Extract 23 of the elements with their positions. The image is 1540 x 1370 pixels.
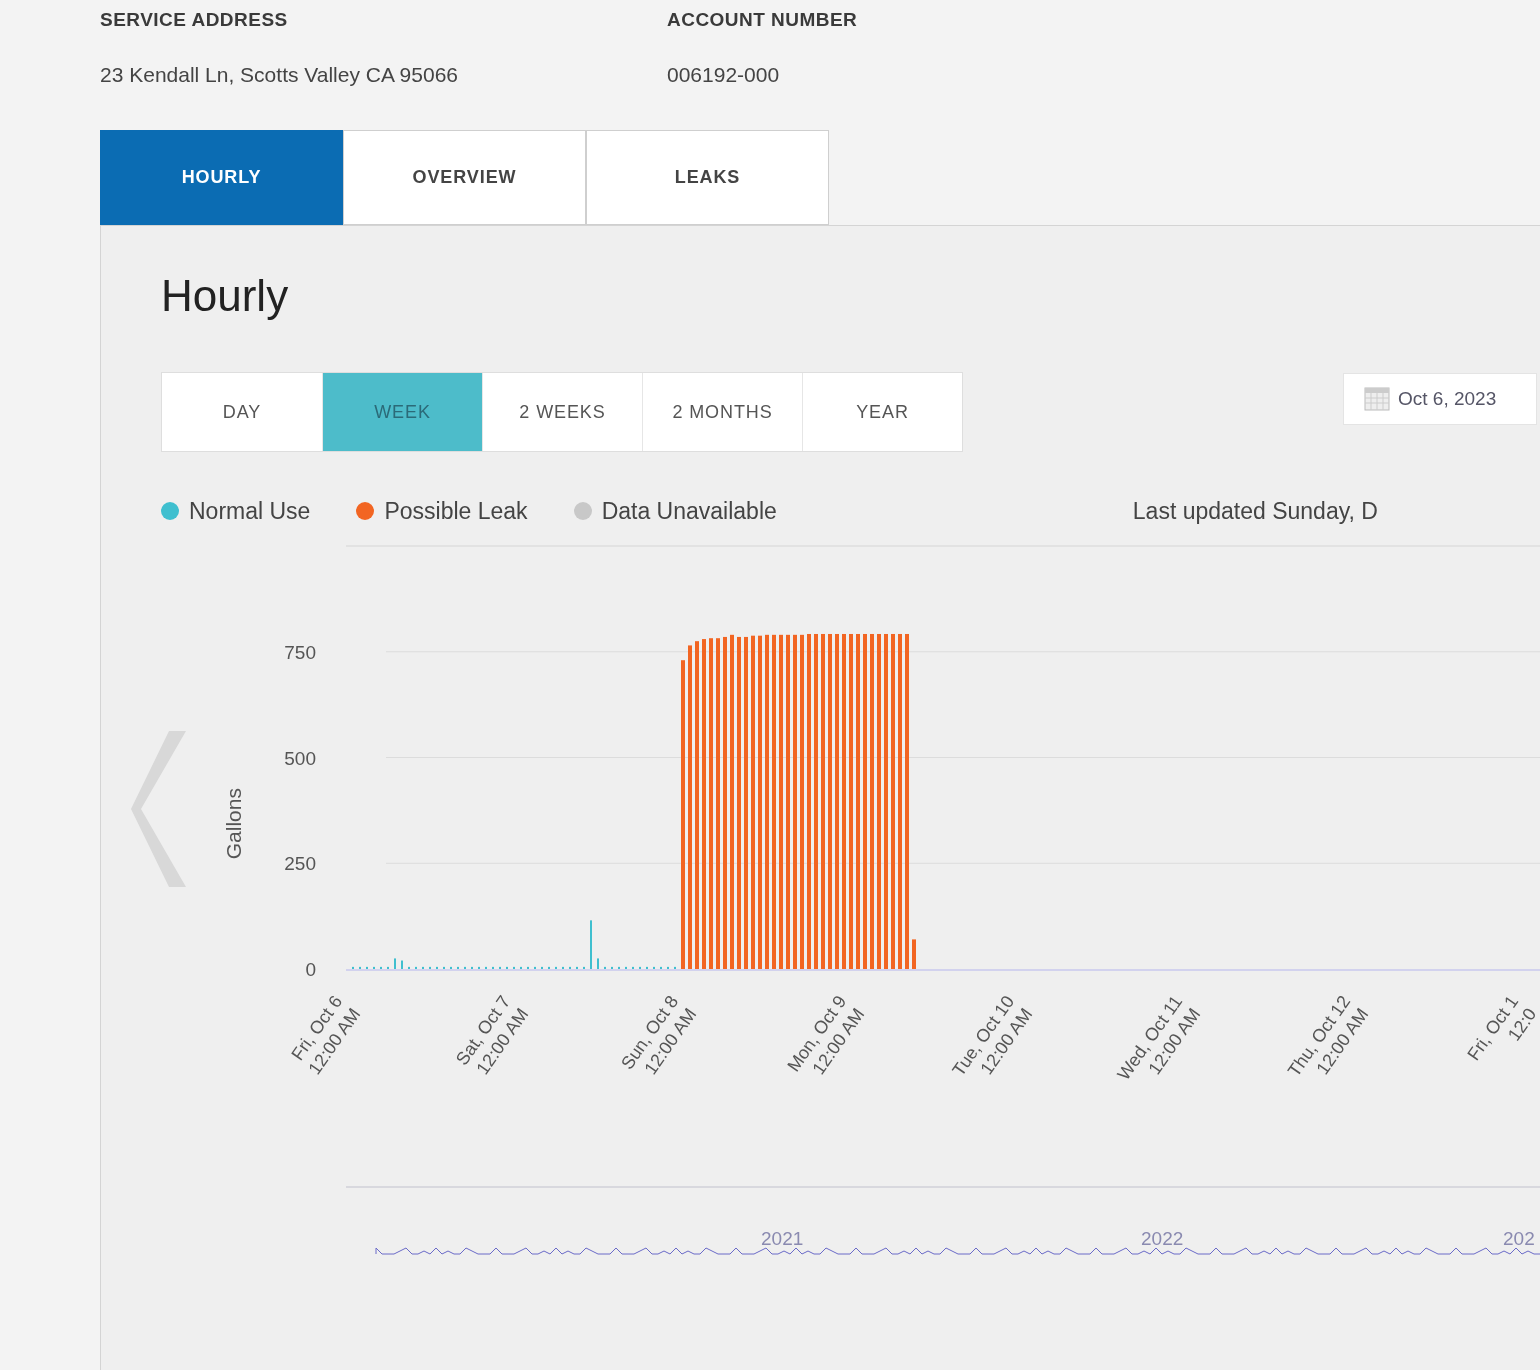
calendar-icon <box>1364 387 1390 411</box>
legend-label: Data Unavailable <box>601 497 777 526</box>
y-tick-label: 750 <box>284 641 316 663</box>
field-value: 006192-000 <box>667 61 781 88</box>
field-label: SERVICE ADDRESS <box>100 8 289 32</box>
navigator-year-label: 202 <box>1503 1227 1535 1249</box>
y-tick-label: 500 <box>284 747 316 768</box>
y-tick-label: 0 <box>305 958 316 980</box>
field-value: 23 Kendall Ln, Scotts Valley CA 95066 <box>100 61 459 88</box>
legend-label: Possible Leak <box>384 497 528 526</box>
usage-bar <box>912 938 916 969</box>
tab[interactable]: OVERVIEW <box>343 130 586 225</box>
navigator-year-label: 2022 <box>1141 1227 1184 1249</box>
field-label: ACCOUNT NUMBER <box>667 8 858 32</box>
tab[interactable]: HOURLY <box>100 130 343 225</box>
y-axis-label: Gallons <box>222 787 245 859</box>
y-tick-label: 250 <box>284 852 316 874</box>
date-picker[interactable]: Oct 6, 2023 <box>1343 373 1538 425</box>
legend-label: Normal Use <box>189 497 311 526</box>
tab[interactable]: LEAKS <box>586 130 829 225</box>
last-updated-text: Last updated Sunday, D <box>1132 497 1378 526</box>
navigator-year-label: 2021 <box>761 1227 804 1249</box>
panel-title: Hourly <box>161 274 290 318</box>
